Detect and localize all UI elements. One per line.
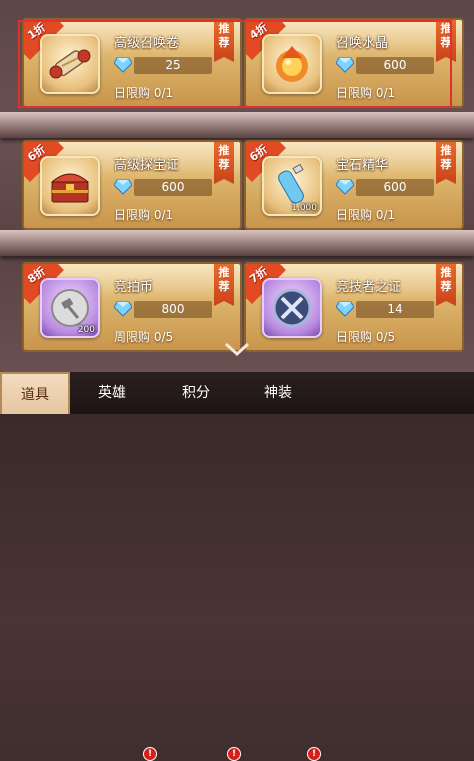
- tab-heroes[interactable]: 英雄: [78, 372, 146, 414]
- item-price: 600: [356, 179, 434, 196]
- item-price: 14: [356, 301, 434, 318]
- item-name: 高级探宝证: [114, 158, 180, 173]
- recommend-tag: 推荐: [436, 264, 456, 306]
- selection-highlight: [18, 20, 452, 108]
- tab-divine-gear[interactable]: 神装: [244, 372, 312, 414]
- item-name: 竞拍币: [114, 280, 154, 295]
- shelf-plank: [0, 112, 474, 138]
- tab-items[interactable]: 道具: [0, 372, 70, 414]
- diamond-icon: [336, 301, 354, 317]
- alert-badge: !: [307, 747, 321, 761]
- recommend-tag: 推荐: [214, 264, 234, 306]
- purchase-limit: 周限购 0/5: [114, 330, 174, 344]
- alert-badge: !: [143, 747, 157, 761]
- shelf-plank: [0, 230, 474, 256]
- item-price: 600: [134, 179, 212, 196]
- shop-item-card[interactable]: 8折 推荐 200 竞拍币 800 周限购 0/5: [22, 262, 242, 352]
- diamond-icon: [336, 179, 354, 195]
- shop-item-card[interactable]: 6折 推荐 高级探宝证 600 日限购 0/1: [22, 140, 242, 230]
- alert-badge: !: [227, 747, 241, 761]
- arena-badge-icon: [262, 278, 322, 338]
- diamond-icon: [114, 301, 132, 317]
- tab-bar: 道具 英雄 ! 积分 ! 神装 !: [0, 372, 474, 761]
- chevron-down-icon[interactable]: [222, 340, 252, 360]
- shop-item-card[interactable]: 7折 推荐 竞技者之证 14 日限购 0/5: [244, 262, 464, 352]
- item-price: 800: [134, 301, 212, 318]
- purchase-limit: 日限购 0/5: [336, 330, 396, 344]
- treasure-chest-icon: [40, 156, 100, 216]
- diamond-icon: [114, 179, 132, 195]
- shop-item-card[interactable]: 6折 推荐 1,000 宝石精华 600 日限购 0/1: [244, 140, 464, 230]
- recommend-tag: 推荐: [214, 142, 234, 184]
- auction-coin-icon: 200: [40, 278, 100, 338]
- item-name: 宝石精华: [336, 158, 389, 173]
- item-name: 竞技者之证: [336, 280, 402, 295]
- purchase-limit: 日限购 0/1: [336, 208, 396, 222]
- potion-vial-icon: 1,000: [262, 156, 322, 216]
- purchase-limit: 日限购 0/1: [114, 208, 174, 222]
- recommend-tag: 推荐: [436, 142, 456, 184]
- tab-points[interactable]: 积分: [162, 372, 230, 414]
